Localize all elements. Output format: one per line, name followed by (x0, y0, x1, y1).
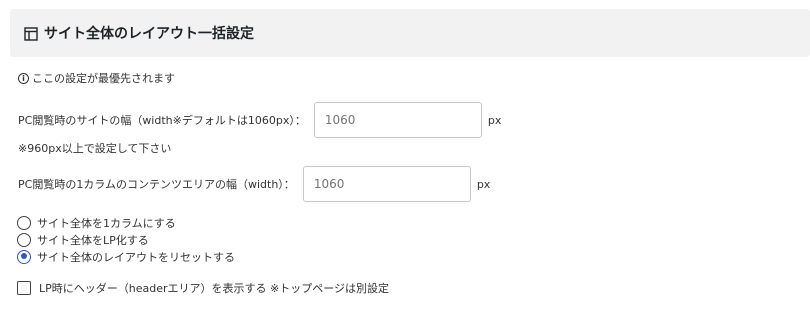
content-width-row: PC閲覧時の1カラムのコンテンツエリアの幅（width）： px (18, 166, 490, 202)
priority-note: i ここの設定が最優先されます (18, 70, 175, 86)
section-title: サイト全体のレイアウト一括設定 (44, 26, 254, 42)
radio-option-lp[interactable]: サイト全体をLP化する (17, 231, 235, 248)
site-width-label: PC閲覧時のサイトの幅（width※デフォルトは1060px）： (18, 114, 306, 127)
radio-button[interactable] (17, 215, 31, 230)
header-display-checkbox[interactable] (17, 281, 31, 295)
layout-icon (24, 26, 38, 41)
radio-option-one-column[interactable]: サイト全体を1カラムにする (17, 214, 235, 231)
site-width-row: PC閲覧時のサイトの幅（width※デフォルトは1060px）： px (18, 102, 501, 138)
radio-button-selected[interactable] (17, 249, 31, 264)
site-width-note: ※960px以上で設定して下さい (18, 142, 172, 155)
radio-label: サイト全体のレイアウトをリセットする (37, 250, 235, 264)
content-width-input[interactable] (302, 166, 471, 202)
radio-label: サイト全体をLP化する (37, 233, 149, 247)
section-header: サイト全体のレイアウト一括設定 (10, 9, 810, 57)
priority-note-text: ここの設定が最優先されます (32, 72, 175, 85)
radio-button[interactable] (17, 232, 31, 247)
content-width-unit: px (476, 177, 491, 191)
site-width-unit: px (487, 113, 502, 127)
radio-option-reset[interactable]: サイト全体のレイアウトをリセットする (17, 248, 235, 265)
info-icon: i (18, 72, 29, 84)
header-display-label: LP時にヘッダー（headerエリア）を表示する ※トップページは別設定 (39, 282, 390, 295)
layout-radio-group: サイト全体を1カラムにする サイト全体をLP化する サイト全体のレイアウトをリセ… (17, 214, 235, 265)
radio-label: サイト全体を1カラムにする (37, 216, 176, 230)
content-width-label: PC閲覧時の1カラムのコンテンツエリアの幅（width）： (18, 178, 295, 191)
site-width-input[interactable] (313, 102, 482, 138)
header-display-option[interactable]: LP時にヘッダー（headerエリア）を表示する ※トップページは別設定 (17, 280, 389, 296)
